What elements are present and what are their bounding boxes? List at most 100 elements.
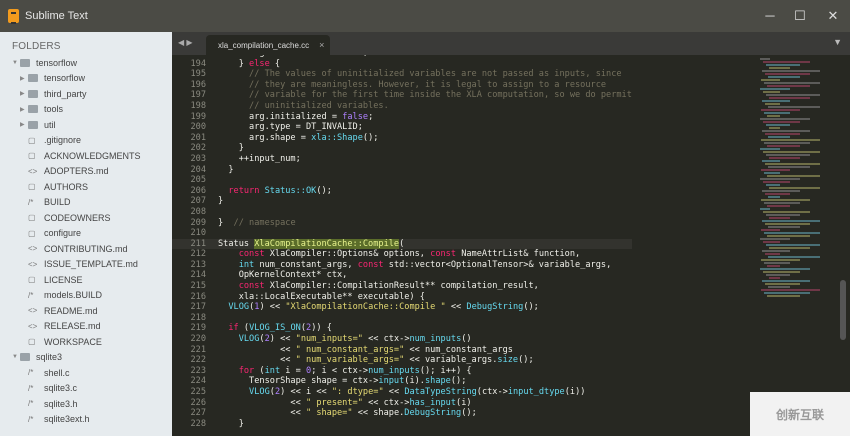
sidebar-file[interactable]: ▢ configure — [20, 226, 81, 241]
code-line[interactable]: 216 xla::LocalExecutable** executable) { — [172, 292, 632, 303]
code-token: has_input — [409, 397, 457, 408]
file-icon: ▢ — [28, 228, 36, 238]
code-line[interactable]: 217 VLOG(1) << "XlaCompilationCache::Com… — [172, 302, 632, 313]
code-line[interactable]: 221 << " num_constant_args=" << num_cons… — [172, 345, 632, 356]
sidebar-file[interactable]: ▢ ACKNOWLEDGMENTS — [20, 148, 141, 163]
code-token: arg.shape = — [218, 132, 312, 143]
line-number: 205 — [190, 175, 206, 186]
code-line[interactable]: 218 — [172, 313, 632, 324]
code-line[interactable]: 215 const XlaCompiler::CompilationResult… — [172, 281, 632, 292]
code-token: // namespace — [233, 217, 296, 228]
code-editor[interactable]: 193 arg.initialized = true;194 } else {1… — [172, 55, 850, 436]
sidebar-file[interactable]: ▢ CODEOWNERS — [20, 210, 111, 225]
tab-nav-arrows[interactable]: ◀ ▶ — [178, 38, 193, 47]
code-token: xla::Shape — [311, 132, 363, 143]
sidebar-file[interactable]: ▢ .gitignore — [20, 133, 81, 148]
minimap-line — [768, 136, 790, 138]
code-line[interactable]: 211 Status XlaCompilationCache::Compile( — [172, 238, 632, 250]
collapsed-arrow-icon[interactable]: ▶ — [20, 121, 28, 128]
expanded-arrow-icon[interactable]: ▼ — [12, 60, 20, 66]
sidebar-file[interactable]: <> ISSUE_TEMPLATE.md — [20, 257, 138, 272]
sidebar-folder[interactable]: ▶ third_party — [20, 86, 87, 101]
sidebar-item-label: tensorflow — [36, 57, 78, 68]
code-line[interactable]: 206 return Status::OK(); — [172, 186, 632, 197]
code-token: ; — [368, 111, 374, 122]
code-token: // The values of uninitialized variables… — [218, 69, 622, 80]
sidebar-folder[interactable]: ▶ util — [20, 117, 56, 132]
code-token: int — [238, 259, 255, 270]
collapsed-arrow-icon[interactable]: ▶ — [20, 75, 28, 82]
sidebar-file[interactable]: /* shell.c — [20, 365, 70, 380]
sidebar-file[interactable]: /* sqlite3.c — [20, 381, 77, 396]
collapsed-arrow-icon[interactable]: ▶ — [20, 90, 28, 97]
code-line[interactable]: 197 // variable for the first time insid… — [172, 90, 631, 101]
code-token: (i). — [404, 376, 425, 387]
vertical-scrollbar[interactable] — [840, 280, 846, 340]
code-line[interactable]: 212 const XlaCompiler::Options& options,… — [172, 249, 632, 260]
sidebar-file[interactable]: <> CONTRIBUTING.md — [20, 241, 128, 256]
code-line[interactable]: 204 } — [172, 165, 632, 176]
sidebar-file[interactable]: ▢ AUTHORS — [20, 179, 88, 194]
code-token: DataTypeString — [404, 387, 477, 397]
code-line[interactable]: 202 } — [172, 143, 632, 154]
sidebar-folder[interactable]: ▼ sqlite3 — [12, 350, 62, 365]
maximize-button[interactable]: ☐ — [790, 8, 810, 24]
sidebar-file[interactable]: /* models.BUILD — [20, 288, 102, 303]
sidebar-file[interactable]: /* sqlite3ext.h — [20, 412, 90, 427]
code-line[interactable]: 200 arg.type = DT_INVALID; — [172, 122, 632, 133]
code-line[interactable]: 195 // The values of uninitialized varia… — [172, 69, 632, 80]
sidebar-file[interactable]: ▢ WORKSPACE — [20, 334, 102, 349]
sidebar-file[interactable]: /* sqlite3.h — [20, 396, 78, 411]
expanded-arrow-icon[interactable]: ▼ — [12, 354, 20, 360]
code-line[interactable]: 207} — [172, 196, 632, 207]
code-line[interactable]: 227 << " shape=" << shape.DebugString(); — [172, 408, 632, 419]
code-line[interactable]: 199 arg.initialized = false; — [172, 112, 632, 123]
sidebar-file[interactable]: <> ADOPTERS.md — [20, 164, 109, 179]
folder-icon — [20, 353, 30, 361]
code-line[interactable]: 209} // namespace — [172, 218, 632, 229]
code-line[interactable]: 205 — [172, 175, 632, 186]
code-line[interactable]: 228 } — [172, 419, 632, 430]
line-number: 221 — [190, 344, 206, 355]
minimap-line — [762, 280, 810, 282]
code-line[interactable]: 213 int num_constant_args, const std::ve… — [172, 260, 632, 271]
sidebar-item-label: sqlite3.c — [44, 383, 78, 393]
code-line[interactable]: 201 arg.shape = xla::Shape(); — [172, 133, 632, 144]
code-line[interactable]: 194 } else { — [172, 59, 632, 70]
sidebar-folder[interactable]: ▶ tensorflow — [20, 71, 85, 86]
line-number: 215 — [190, 281, 206, 292]
code-line[interactable]: 222 << " num_variable_args=" << variable… — [172, 355, 632, 366]
code-line[interactable]: 196 // they are meaningless. However, it… — [172, 80, 632, 91]
code-line[interactable]: 219 if (VLOG_IS_ON(2)) { — [172, 323, 632, 334]
code-line[interactable]: 220 VLOG(2) << "num_inputs=" << ctx->num… — [172, 334, 632, 345]
sidebar-file[interactable]: <> README.md — [20, 303, 98, 318]
folders-heading: FOLDERS — [12, 41, 61, 52]
minimap[interactable] — [760, 57, 822, 317]
code-line[interactable]: 210 — [172, 228, 632, 239]
code-line[interactable]: 225 VLOG(2) << i << ": dtype=" << DataTy… — [172, 387, 632, 398]
line-number: 227 — [190, 408, 206, 419]
sidebar-file[interactable]: ▢ LICENSE — [20, 272, 83, 287]
minimize-button[interactable]: ─ — [760, 8, 780, 23]
file-icon: ▢ — [28, 275, 36, 284]
sidebar-file[interactable]: /* BUILD — [20, 195, 71, 210]
sidebar-folder[interactable]: ▶ tools — [20, 102, 63, 117]
code-line[interactable]: 198 // uninitialized variables. — [172, 101, 632, 112]
code-line[interactable]: 214 OpKernelContext* ctx, — [172, 270, 632, 281]
code-line[interactable]: 208 — [172, 207, 632, 218]
sidebar-file[interactable]: <> RELEASE.md — [20, 319, 101, 334]
code-line[interactable]: 226 << " present=" << ctx->has_input(i) — [172, 398, 632, 409]
sidebar-folder[interactable]: ▼ tensorflow — [12, 55, 77, 70]
code-line[interactable]: 203 ++input_num; — [172, 154, 632, 165]
code-line[interactable]: 224 TensorShape shape = ctx->input(i).sh… — [172, 376, 632, 387]
code-token: () — [461, 334, 472, 345]
minimap-line — [767, 295, 800, 297]
code-line[interactable]: 223 for (int i = 0; i < ctx->num_inputs(… — [172, 366, 632, 377]
tab-list-dropdown[interactable]: ▼ — [833, 37, 842, 47]
close-button[interactable]: ✕ — [823, 8, 843, 24]
tab-close-icon[interactable]: × — [319, 40, 324, 50]
code-token: Status::OK — [264, 185, 317, 196]
tab-xla-compilation-cache[interactable]: xla_compilation_cache.cc × — [206, 35, 330, 55]
collapsed-arrow-icon[interactable]: ▶ — [20, 106, 28, 113]
